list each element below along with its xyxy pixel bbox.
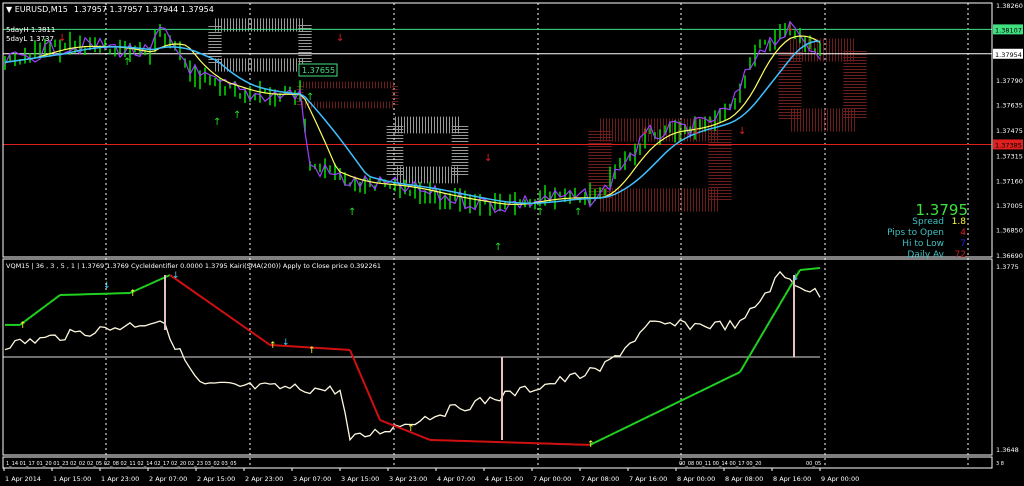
time-tick-label: 7 Apr 00:00	[533, 475, 571, 483]
price-tick-label: 1.37790	[996, 77, 1023, 85]
time-tick-label: 3 Apr 15:00	[341, 475, 379, 483]
time-tick-label: 8 Apr 00:00	[677, 475, 715, 483]
info-value: 4	[960, 228, 966, 238]
time-tick-label: 1 Apr 15:00	[53, 475, 91, 483]
info-value: 7	[960, 239, 966, 249]
sell-arrow-icon: ↓	[484, 153, 492, 164]
time-tick-label: 4 Apr 15:00	[485, 475, 523, 483]
cycle-up-arrow-icon: ↑	[587, 440, 595, 450]
sell-arrow-icon: ↓	[738, 126, 746, 137]
buy-arrow-icon: ↑	[213, 117, 221, 128]
price-tick-label: 1.37005	[996, 202, 1023, 210]
ohlc-label: 1.37957 1.37957 1.37944 1.37954	[74, 5, 214, 14]
price-level-tag-label: 1.37385	[995, 141, 1022, 149]
price-tick-label: 1.37635	[996, 102, 1023, 110]
vqm-segment	[799, 268, 806, 272]
five-day-low-label: 5dayL 1.3737	[6, 35, 54, 43]
info-value: 1.8	[952, 217, 967, 227]
price-marker-label: 1.37655	[302, 66, 335, 75]
sell-arrow-icon: ↓	[641, 126, 649, 137]
buy-arrow-icon: ↑	[306, 92, 314, 103]
vqm-segment	[814, 266, 821, 270]
cycle-down-arrow-icon: ↓	[172, 271, 180, 281]
time-tick-label: 8 Apr 08:00	[725, 475, 763, 483]
cycle-up-arrow-icon: ↑	[129, 289, 137, 299]
cycle-up-arrow-icon: ↑	[269, 341, 277, 351]
strip-labels-left: 1_14 01_17 01_20 01_23 02_02 02_05 02_08…	[6, 461, 237, 467]
time-tick-label: 2 Apr 15:00	[197, 475, 235, 483]
cycle-up-arrow-icon: ↑	[19, 321, 27, 331]
symbol-label: EURUSD,M15	[15, 5, 68, 14]
vqm-segment	[809, 267, 816, 270]
time-tick-label: 7 Apr 08:00	[581, 475, 619, 483]
price-tick-label: 1.36850	[996, 227, 1023, 235]
price-level-tag-label: 1.37954	[995, 51, 1022, 59]
price-tick-label: 1.37160	[996, 177, 1023, 185]
price-tick-label: 1.37475	[996, 127, 1023, 135]
indicator-tick-label: 1.3775	[996, 263, 1019, 271]
buy-arrow-icon: ↑	[233, 110, 241, 121]
buy-arrow-icon: ↑	[574, 207, 582, 218]
time-tick-label: 2 Apr 23:00	[245, 475, 283, 483]
sell-arrow-icon: ↓	[336, 33, 344, 44]
price-level-tag-label: 1.38107	[995, 26, 1022, 34]
time-tick-label: 3 Apr 07:00	[293, 475, 331, 483]
info-value: 72	[955, 250, 966, 260]
strip-axis-label: 3 8	[996, 461, 1004, 467]
buy-arrow-icon: ↑	[494, 242, 502, 253]
indicator-header: VQM15 | 36 , 3 , 5 , 1 | 1.3769 1.3769 C…	[6, 262, 381, 270]
buy-arrow-icon: ↑	[348, 207, 356, 218]
time-tick-label: 8 Apr 16:00	[773, 475, 811, 483]
vqm-segment	[804, 267, 811, 271]
buy-arrow-icon: ↑	[123, 57, 131, 68]
info-label: Daily Av	[907, 250, 944, 260]
chart-header: ▼ EURUSD,M15 1.37957 1.37957 1.37944 1.37…	[6, 5, 214, 14]
cycle-down-arrow-icon: ↓	[792, 273, 800, 283]
time-tick-label: 9 Apr 00:00	[821, 475, 859, 483]
five-day-high-label: 5dayH 1.3811	[6, 26, 55, 34]
indicator-tick-label: 1.3648	[996, 446, 1019, 454]
cycle-up-arrow-icon: ↑	[407, 424, 415, 434]
collapse-triangle-icon: ▼	[6, 5, 15, 14]
buy-arrow-icon: ↑	[536, 207, 544, 218]
info-label: Hi to Low	[902, 239, 944, 249]
price-tick-label: 1.36690	[996, 252, 1023, 260]
sell-arrow-icon: ↓	[692, 126, 700, 137]
trading-chart[interactable]: ↓ ↓ ↓ ↓ ↓ ↓ ↓ ↑ ↑ ↑ ↑ ↑ ↑ ↑ ↑ ↑ ↑ ↑ ↑ ↑ ↑ ↓ ↓ ↓ ↓ 1.38260 1.3779…	[0, 0, 1024, 486]
time-tick-label: 1 Apr 2014	[5, 475, 41, 483]
cycle-down-arrow-icon: ↓	[282, 338, 290, 348]
price-tick-label: 1.37315	[996, 153, 1023, 161]
time-tick-label: 4 Apr 07:00	[437, 475, 475, 483]
strip-labels-right2: 00_05	[806, 461, 821, 467]
info-label: Spread	[912, 217, 944, 227]
sell-arrow-icon: ↓	[786, 23, 794, 34]
time-tick-label: 3 Apr 23:00	[389, 475, 427, 483]
cycle-down-arrow-icon: ↓	[103, 281, 111, 291]
price-tick-label: 1.38260	[996, 2, 1023, 10]
sell-arrow-icon: ↓	[58, 33, 66, 44]
time-tick-label: 1 Apr 23:00	[101, 475, 139, 483]
time-tick-label: 2 Apr 07:00	[149, 475, 187, 483]
time-tick-label: 7 Apr 16:00	[629, 475, 667, 483]
strip-labels-right: 00_08 00_11 00_14 00_17 00_20	[679, 461, 761, 467]
info-label: Pips to Open	[887, 228, 944, 238]
cycle-up-arrow-icon: ↑	[308, 346, 316, 356]
background	[0, 0, 1024, 486]
